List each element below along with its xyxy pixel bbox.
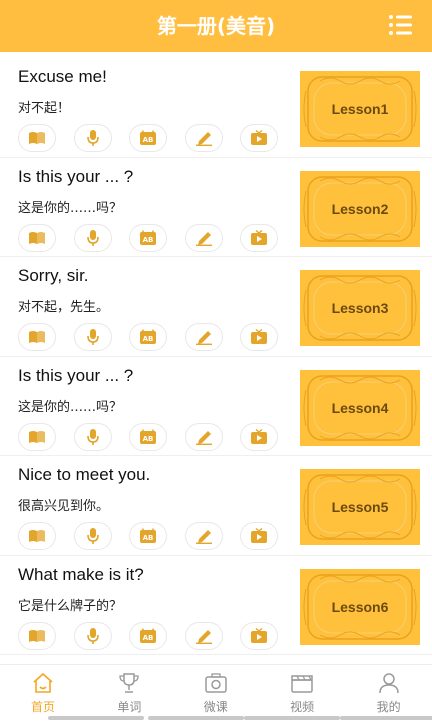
lesson-title-cn: 很高兴见到你。 [18, 499, 110, 514]
ab-compare-icon[interactable]: AB [129, 124, 167, 152]
svg-text:AB: AB [143, 136, 154, 144]
tab-trophy[interactable]: 单词 [86, 665, 172, 721]
lesson-title-cn: 这是你的……吗？ [18, 200, 123, 216]
book-icon[interactable] [18, 223, 56, 252]
tab-label: 微课 [203, 700, 228, 714]
lesson-item[interactable]: Excuse me! 对不起！ AB Lesson1 [0, 58, 432, 158]
microphone-icon[interactable] [73, 323, 112, 351]
ab-compare-icon[interactable]: AB [129, 223, 167, 252]
svg-text:AB: AB [143, 634, 154, 642]
svg-text:AB: AB [143, 534, 154, 542]
pencil-write-icon[interactable] [184, 323, 223, 351]
tab-home[interactable]: 首页 [0, 665, 86, 721]
lesson-thumbnail-label: Lesson3 [331, 300, 389, 316]
lesson-title-cn: 它是什么牌子的？ [18, 598, 123, 614]
lesson-title-cn: 对不起！ [18, 101, 71, 116]
video-play-icon[interactable] [240, 422, 278, 451]
svg-text:AB: AB [143, 236, 154, 244]
tab-clapperboard[interactable]: 视频 [259, 665, 345, 721]
nav-indicator [340, 716, 432, 720]
lesson-title-en: What make is it? [18, 564, 144, 584]
video-play-icon[interactable] [240, 621, 278, 650]
lesson-item[interactable]: Is this your ... ? 这是你的……吗？ AB Lesson4 [0, 357, 432, 456]
book-icon[interactable] [18, 124, 56, 152]
clapperboard-icon [290, 671, 314, 699]
pencil-write-icon[interactable] [184, 422, 223, 451]
lesson-thumbnail[interactable]: Lesson3 [300, 270, 420, 346]
video-play-icon[interactable] [240, 323, 278, 351]
book-icon[interactable] [18, 323, 56, 351]
tab-label: 单词 [117, 700, 142, 714]
svg-text:AB: AB [143, 435, 154, 443]
camera-icon [204, 671, 228, 699]
lesson-title-en: Is this your ... ? [18, 166, 134, 186]
lesson-item[interactable]: Is this your ... ? 这是你的……吗？ AB Lesson2 [0, 158, 432, 257]
microphone-icon[interactable] [73, 621, 112, 650]
ab-compare-icon[interactable]: AB [129, 422, 167, 451]
lesson-title-en: Sorry, sir. [18, 266, 89, 285]
user-icon [377, 671, 401, 699]
lesson-title-en: Nice to meet you. [18, 465, 151, 484]
top-bar: 第一册(美音) [0, 0, 432, 52]
lesson-title-en: Excuse me! [18, 67, 107, 86]
nav-indicator [148, 716, 244, 720]
home-icon [31, 671, 55, 699]
tab-label: 首页 [30, 700, 55, 714]
video-play-icon[interactable] [240, 124, 278, 152]
page-title: 第一册(美音) [156, 14, 276, 38]
microphone-icon[interactable] [73, 522, 112, 550]
ab-compare-icon[interactable]: AB [129, 621, 167, 650]
lesson-item[interactable]: What make is it? 它是什么牌子的？ AB Lesson6 [0, 556, 432, 655]
tab-label: 我的 [376, 700, 401, 714]
lesson-item[interactable]: Nice to meet you. 很高兴见到你。 AB Lesson5 [0, 456, 432, 556]
book-icon[interactable] [18, 621, 56, 650]
lesson-thumbnail-label: Lesson4 [331, 399, 389, 416]
lesson-thumbnail[interactable]: Lesson4 [300, 369, 420, 446]
lesson-thumbnail-label: Lesson1 [331, 101, 389, 117]
svg-text:AB: AB [143, 335, 154, 343]
book-icon[interactable] [18, 522, 56, 550]
lesson-thumbnail-label: Lesson5 [331, 499, 389, 515]
video-play-icon[interactable] [240, 522, 278, 550]
tab-user[interactable]: 我的 [346, 665, 432, 721]
ab-compare-icon[interactable]: AB [129, 522, 167, 550]
lesson-title-en: Is this your ... ? [18, 365, 134, 385]
lesson-title-cn: 对不起，先生。 [18, 300, 110, 315]
lesson-thumbnail-label: Lesson2 [331, 200, 389, 217]
lesson-title-cn: 这是你的……吗？ [18, 399, 123, 415]
lesson-list: Excuse me! 对不起！ AB Lesson1 Is this your ...… [0, 58, 432, 655]
bottom-tab-bar: 首页 单词 微课 视频 我的 [0, 664, 432, 721]
ab-compare-icon[interactable]: AB [129, 323, 167, 351]
lesson-item[interactable]: Sorry, sir. 对不起，先生。 AB Lesson3 [0, 257, 432, 357]
microphone-icon[interactable] [73, 124, 112, 152]
nav-indicator [48, 716, 144, 720]
pencil-write-icon[interactable] [184, 223, 223, 252]
lesson-thumbnail[interactable]: Lesson5 [300, 469, 420, 545]
lesson-thumbnail[interactable]: Lesson6 [300, 568, 420, 645]
book-icon[interactable] [18, 422, 56, 451]
list-menu-icon[interactable] [388, 14, 412, 36]
pencil-write-icon[interactable] [184, 621, 223, 650]
lesson-thumbnail[interactable]: Lesson2 [300, 170, 420, 247]
video-play-icon[interactable] [240, 223, 278, 252]
tab-label: 视频 [290, 700, 315, 714]
tab-camera[interactable]: 微课 [173, 665, 259, 721]
pencil-write-icon[interactable] [184, 124, 223, 152]
lesson-thumbnail-label: Lesson6 [331, 598, 389, 615]
trophy-icon [117, 671, 141, 699]
pencil-write-icon[interactable] [184, 522, 223, 550]
microphone-icon[interactable] [73, 422, 112, 451]
microphone-icon[interactable] [73, 223, 112, 252]
nav-indicator [244, 716, 340, 720]
lesson-thumbnail[interactable]: Lesson1 [300, 71, 420, 147]
